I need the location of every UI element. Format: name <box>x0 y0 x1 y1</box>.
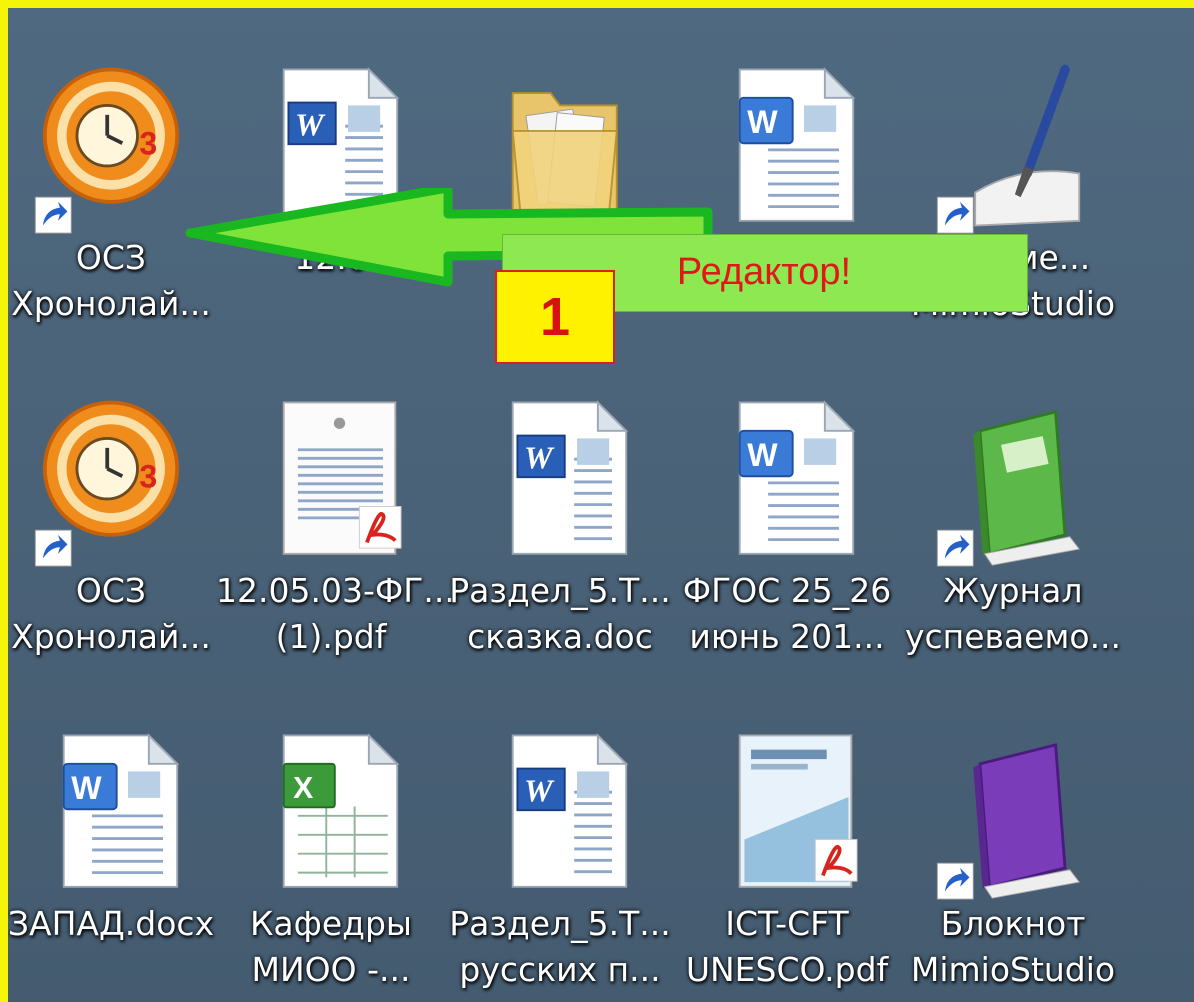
word-icon: W <box>511 400 629 555</box>
desktop-icon-pdf-fg[interactable]: 12.05.03-ФГ... (1).pdf <box>216 393 455 693</box>
icon-label-line1: Журнал <box>943 571 1083 610</box>
icon-label: ICT-CFT UNESCO.pdf <box>672 901 902 993</box>
icon-label-line1: ICT-CFT <box>725 904 849 943</box>
icon-label-line2: UNESCO.pdf <box>685 950 889 989</box>
icon-label: Блокнот MimioStudio <box>898 901 1128 993</box>
icon-label-line2: сказка.doc <box>467 617 653 656</box>
desktop-icon-ict-cft[interactable]: ICT-CFT UNESCO.pdf <box>672 726 902 1002</box>
desktop-icon-fgos[interactable]: W ФГОС 25_26 июнь 201... <box>672 393 902 693</box>
svg-text:W: W <box>524 440 555 476</box>
shortcut-arrow-icon <box>34 196 72 234</box>
svg-text:3: 3 <box>139 459 157 495</box>
desktop-icon-bloknot[interactable]: Блокнот MimioStudio <box>898 726 1128 1002</box>
icon-label-line2: (1).pdf <box>275 617 387 656</box>
icon-label-line1: ЗАПАД.docx <box>8 904 215 943</box>
desktop-icon-razdel-russkih[interactable]: W Раздел_5.Т... русских п... <box>445 726 675 1002</box>
desktop-icon-zapad[interactable]: W ЗАПАД.docx <box>8 726 226 1002</box>
clock-shortcut-icon: 3 <box>34 67 180 234</box>
icon-label-line1: Блокнот <box>940 904 1086 943</box>
shortcut-arrow-icon <box>936 862 974 900</box>
clock-shortcut-icon: 3 <box>34 400 180 567</box>
word-new-icon: W <box>62 733 180 888</box>
word-new-icon: W <box>738 400 856 555</box>
shortcut-arrow-icon <box>936 196 974 234</box>
icon-label: ОСЗ Хронолай... <box>8 568 226 660</box>
icon-label-line2: июнь 201... <box>689 617 885 656</box>
icon-label: Журнал успеваемо... <box>898 568 1128 660</box>
icon-label-line1: Раздел_5.Т... <box>449 904 671 943</box>
desktop-icon-kafedry[interactable]: X Кафедры МИОО -... <box>216 726 446 1002</box>
svg-text:W: W <box>524 773 555 809</box>
icon-label-line1: Кафедры <box>250 904 412 943</box>
desktop-icon-zhurnal[interactable]: Журнал успеваемо... <box>898 393 1128 693</box>
desktop-icon-mimio-tools[interactable]: струме...MimioStudio <box>898 60 1128 360</box>
svg-text:3: 3 <box>139 126 157 162</box>
icon-label-line1: ОСЗ <box>75 571 147 610</box>
svg-text:W: W <box>747 437 778 473</box>
icon-label: ЗАПАД.docx <box>8 901 226 947</box>
icon-label-line1: 12.05.03-ФГ... <box>216 571 455 610</box>
excel-icon: X <box>282 733 400 888</box>
word-icon: W <box>511 733 629 888</box>
pdf-blue-icon <box>738 734 858 888</box>
icon-label-line1: Раздел_5.Т... <box>449 571 671 610</box>
icon-label: Раздел_5.Т... сказка.doc <box>445 568 675 660</box>
icon-label: ФГОС 25_26 июнь 201... <box>672 568 902 660</box>
pdf-doc-icon <box>282 401 402 555</box>
shortcut-arrow-icon <box>936 529 974 567</box>
icon-label: 12.05.03-ФГ... (1).pdf <box>216 568 455 660</box>
icon-label-line2: Хронолай... <box>11 617 211 656</box>
icon-label-line2: МИОО -... <box>251 950 411 989</box>
icon-label-line2: MimioStudio <box>910 950 1116 989</box>
desktop-icon-razdel-skazka[interactable]: W Раздел_5.Т... сказка.doc <box>445 393 675 693</box>
step-number-badge: 1 <box>495 270 615 364</box>
brush-shortcut-icon <box>936 64 1081 234</box>
purple-book-shortcut-icon <box>936 743 1081 900</box>
green-book-shortcut-icon <box>936 410 1081 567</box>
svg-text:X: X <box>293 772 313 805</box>
desktop-icon-osz-2[interactable]: 3 ОСЗ Хронолай... <box>8 393 226 693</box>
svg-text:W: W <box>747 104 778 140</box>
icon-label-line2: успеваемо... <box>904 617 1122 656</box>
desktop: 3ОСЗХронолай...W12.0eWписат_поэт...струм… <box>8 8 1194 1002</box>
icon-label: Кафедры МИОО -... <box>216 901 446 993</box>
shortcut-arrow-icon <box>34 529 72 567</box>
icon-label-line2: русских п... <box>459 950 661 989</box>
icon-label-line1: ФГОС 25_26 <box>682 571 892 610</box>
icon-label: Раздел_5.Т... русских п... <box>445 901 675 993</box>
svg-text:W: W <box>71 770 102 806</box>
svg-text:W: W <box>295 107 326 143</box>
